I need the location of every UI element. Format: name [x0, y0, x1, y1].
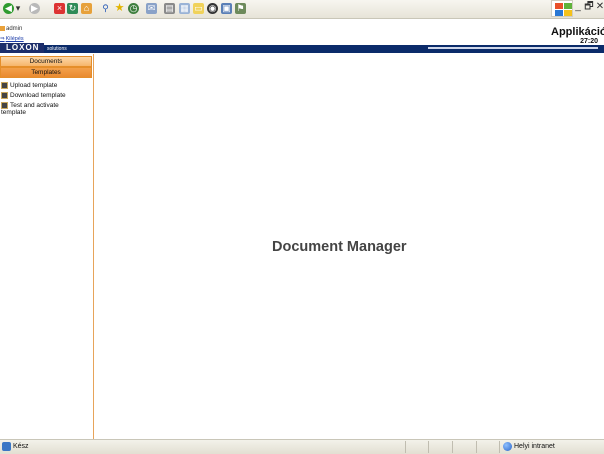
- back-icon[interactable]: ◀: [3, 3, 14, 14]
- sidebar-item-upload-template[interactable]: Upload template: [1, 82, 89, 89]
- intranet-zone-icon: [503, 442, 512, 451]
- close-icon[interactable]: ✕: [595, 1, 604, 13]
- logout-arrow-icon: ⇒: [0, 36, 5, 42]
- refresh-icon[interactable]: ↻: [67, 3, 78, 14]
- status-divider: [476, 441, 477, 453]
- browser-toolbar: ◀ ▾ ▶ × ↻ ⌂ ⚲ ★ ◷ ✉ ▤ ▦ ▭ ◉ ▣ ⚑ _ 🗗 ✕: [0, 0, 604, 19]
- restore-icon[interactable]: 🗗: [584, 1, 594, 13]
- status-divider: [428, 441, 429, 453]
- research-icon[interactable]: ◉: [207, 3, 218, 14]
- favorites-icon[interactable]: ★: [114, 3, 125, 14]
- search-icon[interactable]: ⚲: [100, 3, 111, 14]
- messenger-icon[interactable]: ▣: [221, 3, 232, 14]
- bullet-icon: [1, 92, 8, 99]
- user-label: admin: [0, 26, 22, 32]
- security-zone-label: Helyi intranet: [514, 443, 555, 450]
- templates-button[interactable]: Templates: [0, 67, 92, 78]
- history-icon[interactable]: ◷: [128, 3, 139, 14]
- header-bar-line: [428, 47, 598, 49]
- home-icon[interactable]: ⌂: [81, 3, 92, 14]
- logo-subtitle: solutions: [47, 46, 67, 52]
- discuss-icon[interactable]: ▭: [193, 3, 204, 14]
- page-title: Document Manager: [272, 239, 407, 255]
- status-divider: [405, 441, 406, 453]
- sidebar: Documents Templates Upload template Down…: [0, 54, 94, 439]
- bullet-icon: [1, 102, 8, 109]
- page-status-icon: [2, 442, 11, 451]
- edit-icon[interactable]: ▦: [179, 3, 190, 14]
- status-bar: Kész Helyi intranet: [0, 439, 604, 454]
- user-icon: [0, 26, 5, 31]
- app-header: admin ⇒Kilépés Applikáció 27:20: [0, 19, 604, 45]
- sidebar-item-label[interactable]: Download template: [10, 92, 66, 99]
- back-dropdown-icon[interactable]: ▾: [15, 3, 21, 14]
- status-divider: [452, 441, 453, 453]
- mail-icon[interactable]: ✉: [146, 3, 157, 14]
- stop-icon[interactable]: ×: [54, 3, 65, 14]
- session-timer: 27:20: [580, 38, 598, 45]
- logout-label[interactable]: Kilépés: [6, 36, 24, 42]
- print-icon[interactable]: ▤: [164, 3, 175, 14]
- documents-button[interactable]: Documents: [0, 56, 92, 67]
- username: admin: [6, 26, 23, 33]
- app-title: Applikáció: [551, 26, 604, 38]
- sidebar-item-test-activate-template[interactable]: Test and activate template: [1, 102, 71, 116]
- minimize-icon[interactable]: _: [573, 1, 583, 13]
- status-divider: [499, 441, 500, 453]
- windows-logo-icon: [551, 0, 573, 17]
- bullet-icon: [1, 82, 8, 89]
- forward-icon[interactable]: ▶: [29, 3, 40, 14]
- sidebar-item-label[interactable]: Upload template: [10, 82, 57, 89]
- translate-icon[interactable]: ⚑: [235, 3, 246, 14]
- logout-link[interactable]: ⇒Kilépés: [0, 36, 24, 42]
- sidebar-item-label[interactable]: Test and activate template: [1, 102, 59, 116]
- sidebar-item-download-template[interactable]: Download template: [1, 92, 89, 99]
- status-text: Kész: [13, 443, 29, 450]
- loxon-logo: LOXON: [0, 43, 44, 53]
